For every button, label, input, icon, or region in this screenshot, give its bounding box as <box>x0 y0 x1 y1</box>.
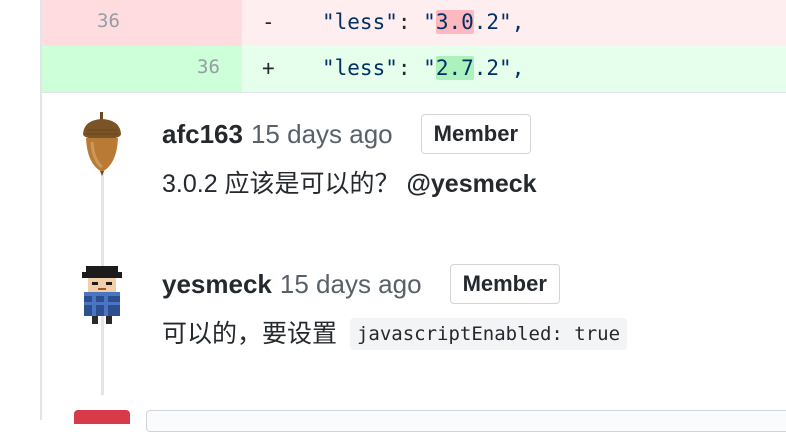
role-badge: Member <box>449 264 560 304</box>
code-version-rest: .2 <box>473 56 500 80</box>
addition-number-column: 36 <box>42 46 242 92</box>
comment-text: 3.0.2 应该是可以的？ <box>162 170 400 198</box>
code-version-highlight: 2.7 <box>435 56 474 80</box>
timestamp[interactable]: 15 days ago <box>251 119 393 150</box>
reply-input[interactable] <box>146 410 786 432</box>
line-number[interactable]: 36 <box>197 56 220 78</box>
pixel-person-icon[interactable] <box>78 262 126 326</box>
code-line: + "less": "2.7.2", <box>262 56 524 80</box>
code-version-rest: .2 <box>473 10 500 34</box>
role-badge: Member <box>420 114 531 154</box>
diff-marker: + <box>262 56 275 80</box>
deletion-number-column: 36 <box>42 0 242 46</box>
timestamp[interactable]: 15 days ago <box>280 269 422 300</box>
code-key: "less" <box>322 56 398 80</box>
current-user-avatar <box>74 410 130 424</box>
comment-text: 可以的，要设置 <box>162 320 338 348</box>
code-quote-open: " <box>423 56 436 80</box>
comment-body: 3.0.2 应该是可以的？ @yesmeck <box>162 164 537 200</box>
code-quote-close: ", <box>499 56 525 80</box>
diff-line-addition: 36 + "less": "2.7.2", <box>42 46 786 93</box>
code-quote-open: " <box>423 10 436 34</box>
code-version-highlight: 3.0 <box>435 10 474 34</box>
code-key: "less" <box>322 10 398 34</box>
code-quote-close: ", <box>499 10 525 34</box>
comment-body: 可以的，要设置 javascriptEnabled: true <box>162 314 628 350</box>
author-name[interactable]: afc163 <box>162 119 243 150</box>
acorn-icon[interactable] <box>78 112 126 176</box>
code-separator: : <box>397 10 424 34</box>
diff-marker: - <box>262 10 275 34</box>
inline-code: javascriptEnabled: true <box>349 318 628 350</box>
author-name[interactable]: yesmeck <box>162 269 272 300</box>
code-line: - "less": "3.0.2", <box>262 10 524 34</box>
diff-line-deletion: 36 - "less": "3.0.2", <box>42 0 786 46</box>
comment-header: yesmeck 15 days ago Member <box>162 264 560 304</box>
user-mention[interactable]: @yesmeck <box>407 170 537 198</box>
comment-header: afc163 15 days ago Member <box>162 114 531 154</box>
line-number[interactable]: 36 <box>97 10 120 32</box>
code-separator: : <box>397 56 424 80</box>
